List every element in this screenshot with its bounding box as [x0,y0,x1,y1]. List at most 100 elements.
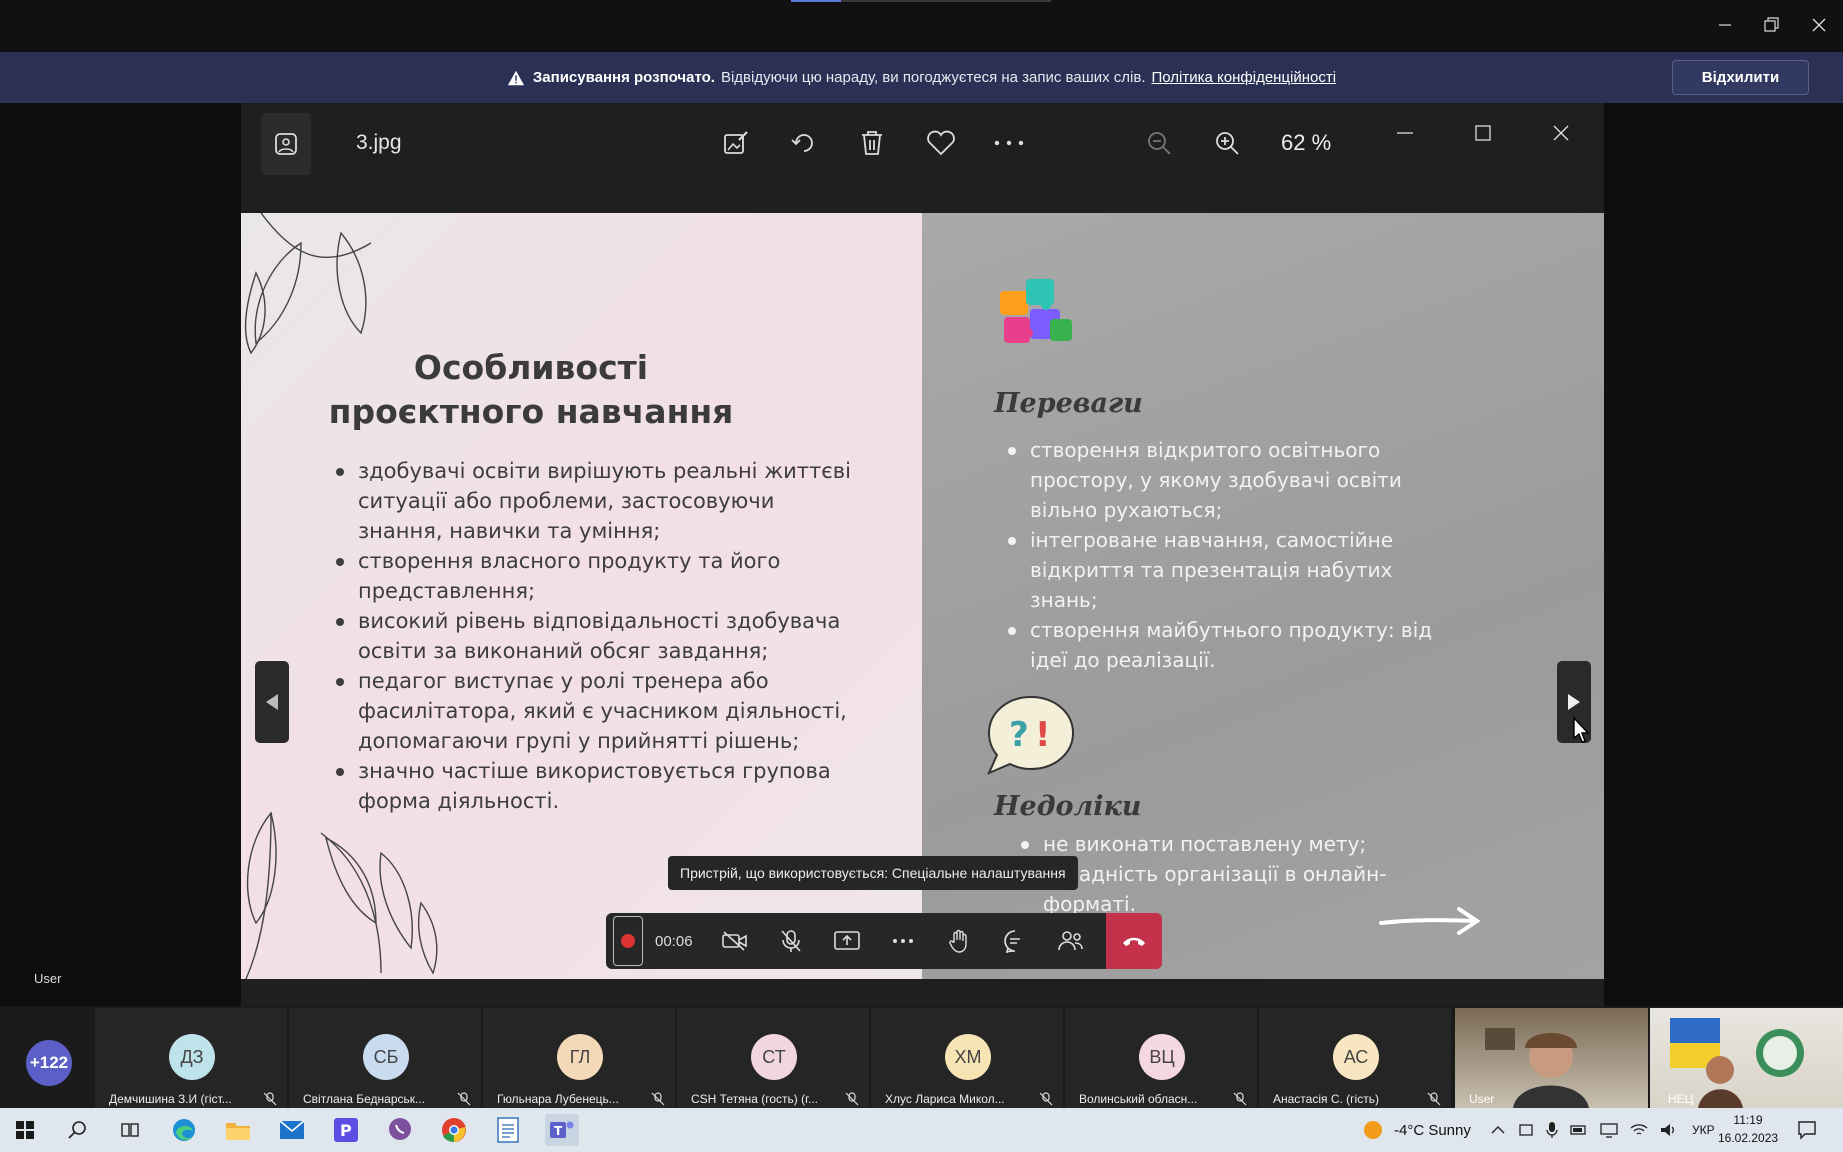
list-item: педагог виступає у ролі тренера або фаси… [336,666,856,756]
image-icon[interactable] [261,113,311,175]
previous-image-button[interactable] [255,661,289,743]
chat-button[interactable] [987,913,1043,969]
participant-name: Світлана Беднарськ... [303,1092,426,1106]
warning-icon [507,70,524,85]
avatar: ХМ [945,1034,991,1080]
list-item: створення майбутнього продукту: від ідеї… [1008,615,1448,675]
participant-name: User [1469,1092,1495,1106]
participant-tile[interactable]: ДЗ Демчишина З.И (гіст... [95,1008,287,1108]
participant-tile[interactable]: ХМ Хлус Лариса Микол... [871,1008,1063,1108]
photos-maximize-button[interactable] [1463,113,1503,153]
delete-icon[interactable] [852,123,892,163]
list-item: інтегроване навчання, самостійне відкрит… [1008,525,1448,615]
weather-widget[interactable]: -4°C Sunny [1362,1108,1471,1152]
list-item: не виконати поставлену мету; [1021,829,1421,859]
wifi-icon[interactable] [1630,1122,1648,1138]
edge-icon[interactable] [167,1114,201,1146]
rotate-icon[interactable] [784,123,824,163]
participant-video-tile[interactable]: User [1455,1008,1648,1108]
display-icon[interactable] [1600,1122,1618,1138]
mic-muted-icon [651,1092,665,1106]
viber-icon[interactable] [383,1114,417,1146]
favorite-icon[interactable] [921,123,961,163]
dismiss-button[interactable]: Відхилити [1672,60,1809,95]
camera-off-button[interactable] [707,913,763,969]
mute-button[interactable] [763,913,819,969]
search-icon[interactable] [60,1114,94,1146]
puzzle-icon [1000,279,1072,343]
privacy-link[interactable]: Політика конфіденційності [1152,69,1337,86]
meeting-timer: 00:06 [655,932,693,950]
file-explorer-icon[interactable] [221,1114,255,1146]
hang-up-button[interactable] [1106,913,1162,969]
system-tray: УКР [1490,1108,1715,1152]
mic-muted-icon [263,1092,277,1106]
meet-now-icon[interactable] [1518,1122,1534,1138]
publisher-icon[interactable]: P [329,1114,363,1146]
window-tab-indicator [791,0,1051,2]
zoom-out-icon[interactable] [1139,123,1179,163]
task-view-icon[interactable] [113,1114,147,1146]
participant-video-tile[interactable]: НЕЦ [1650,1008,1843,1108]
zoom-in-icon[interactable] [1207,123,1247,163]
more-icon[interactable] [989,123,1029,163]
battery-icon[interactable] [1570,1122,1588,1138]
microphone-icon[interactable] [1546,1121,1558,1139]
teams-icon[interactable]: T [545,1114,579,1146]
list-item: створення власного продукту та його пред… [336,546,856,606]
recording-indicator[interactable] [613,916,643,966]
camera-off-icon [721,931,747,951]
mail-icon[interactable] [275,1114,309,1146]
svg-text:P: P [340,1121,352,1140]
advantages-list: створення відкритого освітнього простору… [1008,435,1448,675]
windows-start-icon[interactable] [8,1114,42,1146]
participant-name: CSH Тетяна (гость) (г... [691,1092,819,1106]
disadvantages-list: не виконати поставлену мету; складність … [1021,829,1421,919]
avatar: СБ [363,1034,409,1080]
participant-name: Гюльнара Лубенець... [497,1092,619,1106]
raise-hand-button[interactable] [931,913,987,969]
sun-icon [1364,1121,1382,1139]
participant-name: НЕЦ [1668,1092,1694,1106]
advantages-heading: Переваги [994,388,1143,419]
file-name: 3.jpg [356,131,402,154]
list-item: здобувачі освіти вирішують реальні життє… [336,456,856,546]
more-actions-button[interactable] [875,913,931,969]
edit-image-icon[interactable] [716,123,756,163]
photos-toolbar: 3.jpg 62 % [241,103,1604,185]
chevron-up-icon[interactable] [1490,1122,1506,1138]
share-icon [833,931,860,950]
minimize-button[interactable] [1707,10,1743,40]
question-bubble-icon: ? ! [987,695,1075,775]
close-button[interactable] [1801,10,1837,40]
notepad-icon[interactable] [491,1114,525,1146]
participant-tile[interactable]: ГЛ Гюльнара Лубенець... [483,1008,675,1108]
zoom-level[interactable]: 62 % [1281,130,1331,156]
avatar: АС [1333,1034,1379,1080]
more-icon [892,939,913,943]
restore-button[interactable] [1754,10,1790,40]
photos-minimize-button[interactable] [1385,113,1425,153]
participant-name: Демчишина З.И (гіст... [109,1092,232,1106]
participant-tile[interactable]: СБ Світлана Беднарськ... [289,1008,481,1108]
chat-icon [1003,930,1020,953]
banner-text: Відвідуючи цю нараду, ви погоджуєтеся на… [720,69,1146,86]
clock[interactable]: 11:19 16.02.2023 [1718,1111,1778,1147]
notifications-icon[interactable] [1790,1114,1824,1146]
more-participants-button[interactable]: +122 [26,1040,72,1086]
volume-icon[interactable] [1660,1122,1678,1138]
banner-bold-text: Записування розпочато. [532,69,715,86]
mic-muted-icon [1233,1092,1247,1106]
share-screen-button[interactable] [819,913,875,969]
participant-tile[interactable]: СТ CSH Тетяна (гость) (г... [677,1008,869,1108]
photos-close-button[interactable] [1541,113,1581,153]
participants-button[interactable] [1043,913,1099,969]
language-indicator[interactable]: УКР [1692,1123,1715,1137]
participant-tile[interactable]: ВЦ Волинський обласн... [1065,1008,1257,1108]
list-item: значно частіше використовується групова … [336,756,856,816]
device-tooltip: Пристрій, що використовується: Спеціальн… [668,856,1078,890]
chrome-icon[interactable] [437,1114,471,1146]
features-list: здобувачі освіти вирішують реальні життє… [336,456,856,816]
participant-tile[interactable]: АС Анастасія С. (гість) [1259,1008,1451,1108]
recording-banner: Записування розпочато. Відвідуючи цю нар… [0,52,1843,103]
